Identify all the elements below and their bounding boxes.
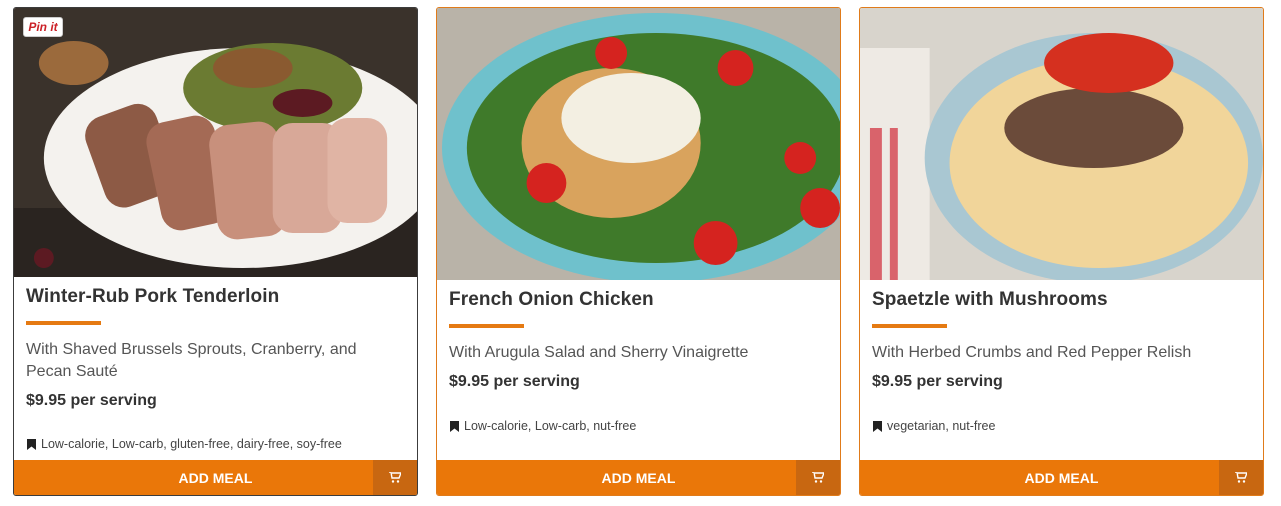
meal-price: $9.95 per serving <box>26 392 157 409</box>
pin-it-button[interactable]: Pin it <box>23 17 63 37</box>
meal-photo-pork[interactable] <box>14 8 417 277</box>
add-meal-bar: ADD MEAL <box>437 460 840 495</box>
meal-photo-spaetzle[interactable] <box>860 8 1263 280</box>
meal-title[interactable]: Winter-Rub Pork Tenderloin <box>26 284 405 310</box>
cart-button[interactable] <box>1219 460 1263 495</box>
add-meal-button[interactable]: ADD MEAL <box>437 460 796 495</box>
meal-tags: vegetarian, nut-free <box>873 419 995 433</box>
meal-card-pork: Pin it Winter-Rub Pork Tenderloin With S… <box>13 7 418 496</box>
meal-card-chicken: French Onion Chicken With Arugula Salad … <box>436 7 841 496</box>
meal-tags: Low-calorie, Low-carb, gluten-free, dair… <box>27 437 342 451</box>
meal-title[interactable]: Spaetzle with Mushrooms <box>872 287 1251 313</box>
meal-tags-text: Low-calorie, Low-carb, nut-free <box>464 419 637 433</box>
meal-card-spaetzle: Spaetzle with Mushrooms With Herbed Crum… <box>859 7 1264 496</box>
meal-tags: Low-calorie, Low-carb, nut-free <box>450 419 636 433</box>
meal-tags-text: Low-calorie, Low-carb, gluten-free, dair… <box>41 437 342 451</box>
cart-icon <box>389 472 401 483</box>
meal-photo-chicken[interactable] <box>437 8 840 280</box>
meal-subtitle: With Shaved Brussels Sprouts, Cranberry,… <box>26 341 357 380</box>
bookmark-icon <box>873 420 882 432</box>
meal-price: $9.95 per serving <box>872 373 1003 390</box>
cart-icon <box>812 472 824 483</box>
title-underline <box>26 321 101 325</box>
meal-price: $9.95 per serving <box>449 373 580 390</box>
cart-icon <box>1235 472 1247 483</box>
bookmark-icon <box>27 438 36 450</box>
title-underline <box>449 324 524 328</box>
meal-subtitle: With Herbed Crumbs and Red Pepper Relish <box>872 344 1192 361</box>
cart-button[interactable] <box>796 460 840 495</box>
add-meal-button[interactable]: ADD MEAL <box>860 460 1219 495</box>
cart-button[interactable] <box>373 460 417 495</box>
bookmark-icon <box>450 420 459 432</box>
meal-subtitle: With Arugula Salad and Sherry Vinaigrett… <box>449 344 749 361</box>
add-meal-bar: ADD MEAL <box>14 460 417 495</box>
add-meal-button[interactable]: ADD MEAL <box>14 460 373 495</box>
meal-tags-text: vegetarian, nut-free <box>887 419 996 433</box>
add-meal-bar: ADD MEAL <box>860 460 1263 495</box>
meal-title[interactable]: French Onion Chicken <box>449 287 828 313</box>
title-underline <box>872 324 947 328</box>
